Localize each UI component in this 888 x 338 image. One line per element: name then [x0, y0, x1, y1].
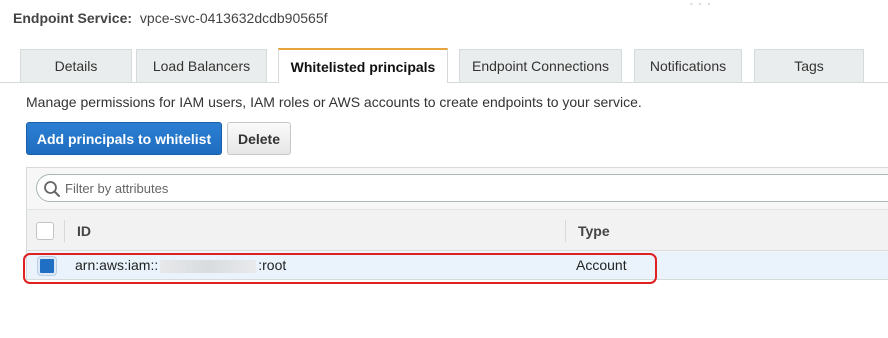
tab-description: Manage permissions for IAM users, IAM ro… — [26, 94, 642, 110]
column-divider — [565, 220, 566, 242]
page-header: Endpoint Service: vpce-svc-0413632dcdb90… — [13, 10, 328, 26]
tab-tags[interactable]: Tags — [754, 49, 864, 82]
table-row[interactable]: arn:aws:iam:::root Account — [27, 252, 888, 280]
column-header-type[interactable]: Type — [578, 223, 610, 239]
tab-load-balancers[interactable]: Load Balancers — [136, 49, 267, 82]
principal-type-cell: Account — [576, 257, 627, 273]
delete-button[interactable]: Delete — [227, 122, 291, 155]
column-header-id[interactable]: ID — [77, 223, 91, 239]
endpoint-service-label: Endpoint Service: — [13, 10, 133, 26]
principal-id-suffix: :root — [258, 257, 287, 273]
tab-whitelisted-principals[interactable]: Whitelisted principals — [278, 48, 448, 83]
row-checkbox[interactable] — [38, 257, 56, 275]
resize-handle-icon[interactable]: ° ° ° — [690, 3, 712, 10]
principal-id-cell: arn:aws:iam:::root — [75, 257, 286, 273]
endpoint-service-id: vpce-svc-0413632dcdb90565f — [139, 10, 328, 26]
principal-id-prefix: arn:aws:iam:: — [75, 257, 159, 273]
column-divider — [64, 220, 65, 242]
redacted-account-id — [160, 259, 257, 273]
tab-notifications[interactable]: Notifications — [634, 49, 742, 82]
filter-input[interactable] — [65, 180, 888, 196]
select-all-checkbox[interactable] — [36, 222, 54, 240]
add-principals-button[interactable]: Add principals to whitelist — [26, 122, 222, 155]
search-icon — [44, 181, 60, 197]
filter-bar[interactable] — [36, 174, 888, 202]
table-header: ID Type — [27, 209, 888, 251]
tab-endpoint-connections[interactable]: Endpoint Connections — [459, 49, 622, 82]
tab-details[interactable]: Details — [20, 49, 132, 82]
